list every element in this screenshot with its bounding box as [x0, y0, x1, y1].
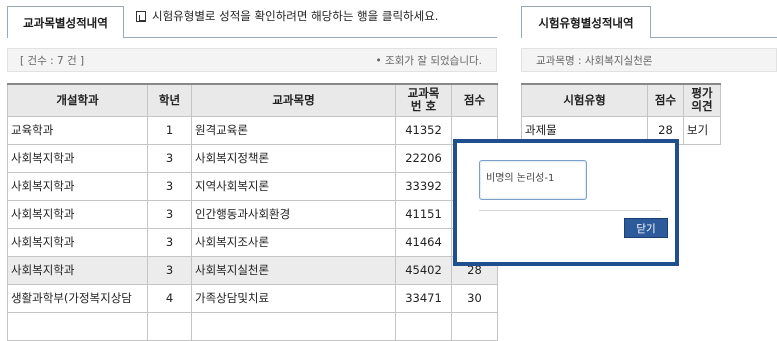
tab-divider [124, 37, 497, 38]
tab-course-grades-label: 교과목별성적내역 [23, 15, 108, 30]
table-row-empty [7, 311, 498, 341]
exam-type-table: 시험유형 점수 평가 의견 과제물 28 보기 [521, 83, 721, 145]
tab-exam-type-grades-label: 시험유형별성적내역 [538, 15, 634, 30]
popup-divider [479, 210, 661, 211]
evaluation-comment-field[interactable]: 비명의 논리성-1 [479, 160, 587, 200]
col-header-course: 교과목명 [191, 83, 396, 117]
selected-course-label: 교과목명 : 사회복지실천론 [536, 54, 653, 67]
status-message: • 조회가 잘 되었습니다. [375, 54, 482, 67]
instruction-hint: 시험유형별로 성적을 확인하려면 해당하는 행을 클릭하세요. [136, 8, 438, 24]
table-row[interactable]: 교육학과 1 원격교육론 41352 [7, 115, 498, 145]
cell-dept: 사회복지학과 [7, 255, 148, 285]
table-row[interactable]: 사회복지학과 3 인간행동과사회환경 41151 [7, 199, 498, 229]
cell-dept: 사회복지학과 [7, 171, 148, 201]
tab-divider-right [651, 37, 777, 38]
cell-code: 41464 [395, 227, 452, 257]
tab-course-grades[interactable]: 교과목별성적내역 [7, 6, 124, 38]
cell-code: 33392 [395, 171, 452, 201]
result-info-bar: [ 건수 : 7 건 ] • 조회가 잘 되었습니다. [7, 48, 497, 72]
pointer-icon [136, 10, 146, 22]
cell-dept: 사회복지학과 [7, 199, 148, 229]
cell-course: 인간행동과사회환경 [191, 199, 396, 229]
cell-year: 3 [147, 171, 192, 201]
cell-year: 3 [147, 255, 192, 285]
close-button[interactable]: 닫기 [624, 218, 668, 238]
table-row[interactable]: 사회복지학과 3 사회복지조사론 41464 [7, 227, 498, 257]
cell-code: 41151 [395, 199, 452, 229]
cell-year: 3 [147, 199, 192, 229]
cell-year: 4 [147, 283, 192, 313]
cell-dept: 사회복지학과 [7, 227, 148, 257]
tab-exam-type-grades[interactable]: 시험유형별성적내역 [521, 6, 651, 38]
instruction-text: 시험유형별로 성적을 확인하려면 해당하는 행을 클릭하세요. [152, 9, 439, 23]
cell-code: 22206 [395, 143, 452, 173]
col-header-code: 교과목 번 호 [395, 83, 452, 117]
view-eval-link[interactable]: 보기 [683, 115, 721, 145]
table-row[interactable]: 생활과학부(가정복지상담 4 가족상담및치료 33471 30 [7, 283, 498, 313]
table-row-selected[interactable]: 사회복지학과 3 사회복지실천론 45402 28 [7, 255, 498, 285]
col-header-eval: 평가 의견 [683, 83, 721, 117]
cell-year: 1 [147, 115, 192, 145]
table-row[interactable]: 사회복지학과 3 사회복지정책론 22206 [7, 143, 498, 173]
cell-score: 30 [451, 283, 498, 313]
col-header-score: 점수 [451, 83, 498, 117]
cell-course: 사회복지조사론 [191, 227, 396, 257]
cell-dept: 교육학과 [7, 115, 148, 145]
cell-course: 가족상담및치료 [191, 283, 396, 313]
cell-course: 원격교육론 [191, 115, 396, 145]
cell-code: 41352 [395, 115, 452, 145]
cell-dept: 사회복지학과 [7, 143, 148, 173]
table-row[interactable]: 사회복지학과 3 지역사회복지론 33392 [7, 171, 498, 201]
cell-course: 사회복지정책론 [191, 143, 396, 173]
course-grades-table: 개설학과 학년 교과목명 교과목 번 호 점수 교육학과 1 원격교육론 413… [7, 83, 498, 341]
cell-course: 지역사회복지론 [191, 171, 396, 201]
cell-code: 45402 [395, 255, 452, 285]
cell-dept: 생활과학부(가정복지상담 [7, 283, 148, 313]
cell-code: 33471 [395, 283, 452, 313]
col-header-year: 학년 [147, 83, 192, 117]
cell-year: 3 [147, 143, 192, 173]
evaluation-popup: 비명의 논리성-1 닫기 [453, 139, 679, 266]
col-header-exam-score: 점수 [647, 83, 684, 117]
col-header-dept: 개설학과 [7, 83, 148, 117]
cell-year: 3 [147, 227, 192, 257]
cell-course: 사회복지실천론 [191, 255, 396, 285]
result-count: [ 건수 : 7 건 ] [20, 54, 85, 67]
selected-course-bar: 교과목명 : 사회복지실천론 [521, 48, 777, 72]
col-header-exam-type: 시험유형 [521, 83, 648, 117]
